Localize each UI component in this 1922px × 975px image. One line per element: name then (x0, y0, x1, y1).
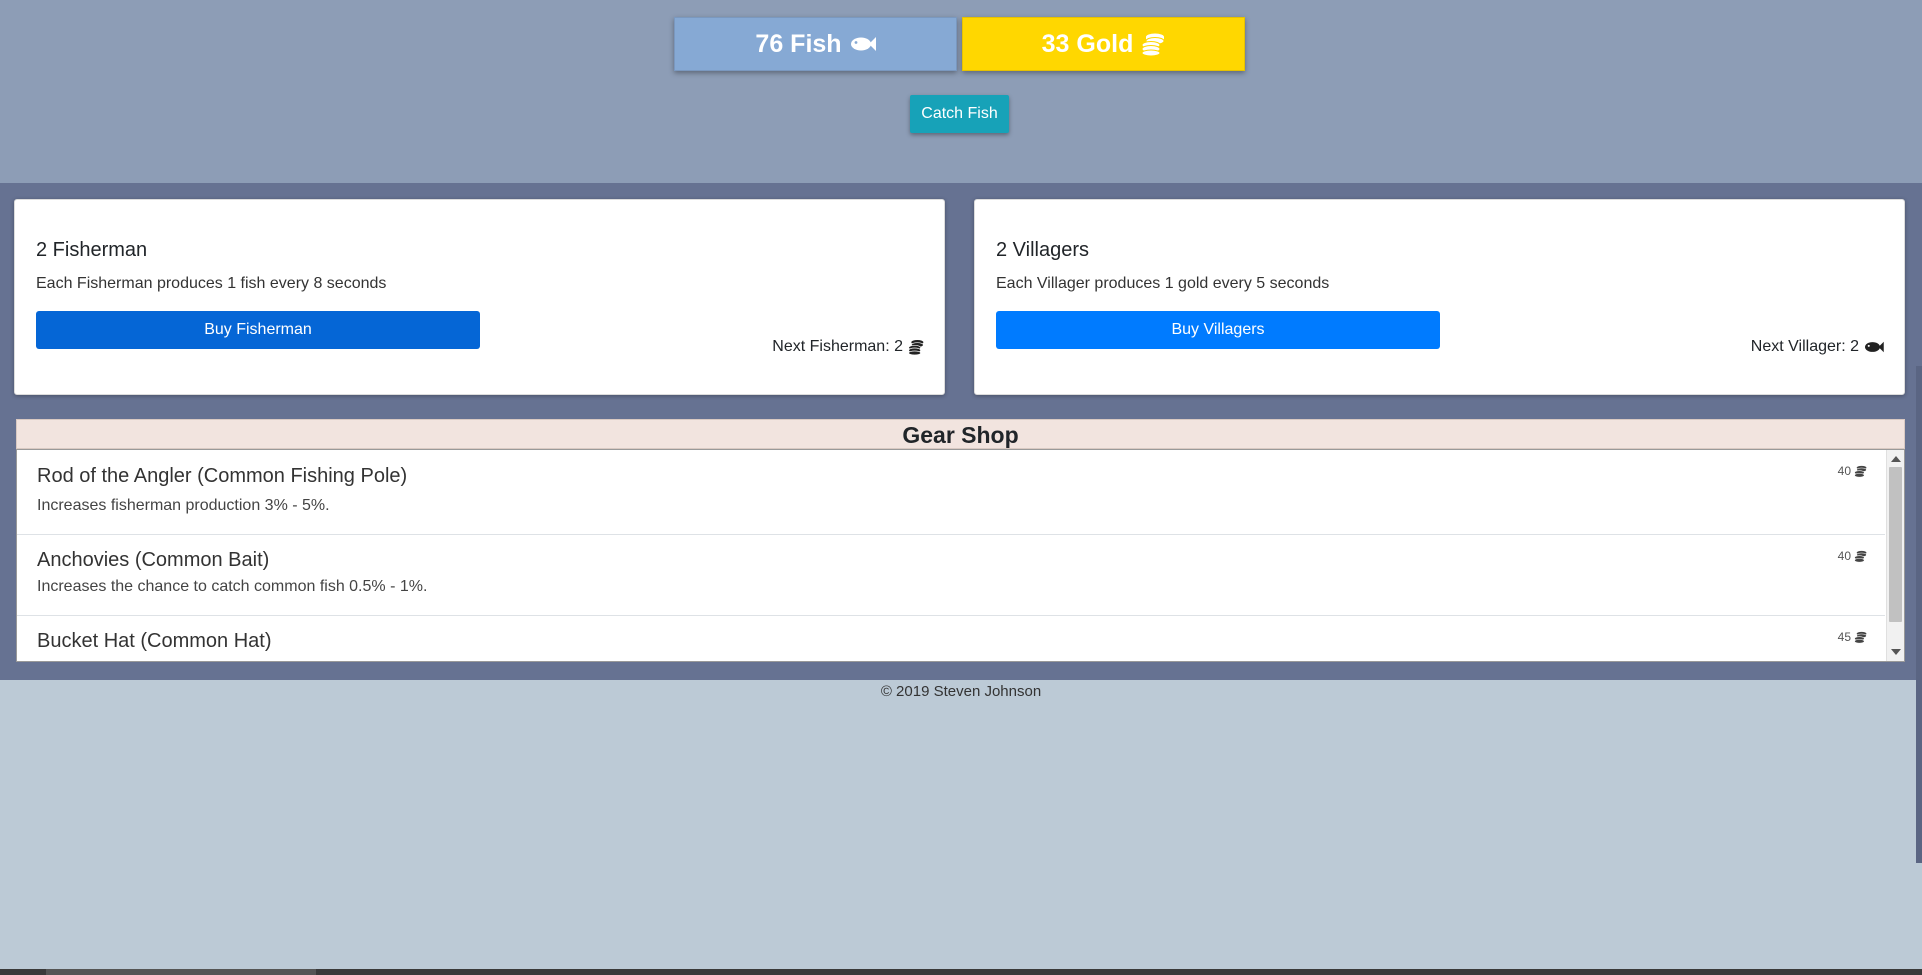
coins-icon (1854, 631, 1867, 644)
shop-item-description: Increases the chance to catch common fis… (37, 578, 428, 595)
resource-bar: 76 Fish 33 Gold Catch Fish (0, 0, 1922, 183)
footer-copyright: © 2019 Steven Johnson (880, 683, 1042, 700)
buy-fisherman-button[interactable]: Buy Fisherman (36, 311, 480, 349)
coins-icon (1854, 465, 1867, 478)
taskbar-segment (46, 969, 316, 975)
shop-item-name: Anchovies (Common Bait) (37, 549, 270, 571)
fish-counter: 76 Fish (674, 17, 957, 71)
fish-count: 76 Fish (755, 29, 842, 58)
villager-card: 2 Villagers Each Villager produces 1 gol… (974, 199, 1905, 395)
window-edge (1916, 366, 1922, 863)
fisherman-card: 2 Fisherman Each Fisherman produces 1 fi… (14, 199, 945, 395)
fish-icon (850, 36, 876, 52)
catch-fish-button[interactable]: Catch Fish (910, 95, 1009, 133)
fisherman-description: Each Fisherman produces 1 fish every 8 s… (36, 275, 387, 292)
gear-shop-title: Gear Shop (16, 419, 1905, 449)
shop-item-cost: 45 (1838, 630, 1867, 644)
shop-item-cost: 40 (1838, 464, 1867, 478)
shop-item-cost: 40 (1838, 549, 1867, 563)
coins-icon (1141, 32, 1165, 56)
main-panel: 2 Fisherman Each Fisherman produces 1 fi… (0, 183, 1922, 863)
scroll-down-arrow[interactable] (1891, 649, 1901, 655)
fisherman-title: 2 Fisherman (36, 239, 148, 261)
taskbar-strip (0, 969, 1922, 975)
shop-item[interactable]: Anchovies (Common Bait) Increases the ch… (17, 535, 1885, 616)
next-fisherman-label: Next Fisherman: 2 (772, 338, 903, 355)
shop-item-price: 40 (1837, 464, 1851, 478)
shop-item-name: Bucket Hat (Common Hat) (37, 630, 272, 652)
coins-icon (908, 339, 924, 355)
shop-scrollbar[interactable] (1886, 450, 1904, 661)
fish-icon (1864, 341, 1884, 353)
coins-icon (1854, 550, 1867, 563)
villager-description: Each Villager produces 1 gold every 5 se… (996, 275, 1330, 292)
shop-item-price: 45 (1837, 630, 1851, 644)
gold-counter: 33 Gold (962, 17, 1245, 71)
gear-shop-list[interactable]: Rod of the Angler (Common Fishing Pole) … (16, 449, 1905, 662)
villager-title: 2 Villagers (996, 239, 1090, 261)
scroll-thumb[interactable] (1889, 467, 1902, 622)
next-fisherman-cost: Next Fisherman: 2 (772, 338, 924, 356)
buy-villagers-button[interactable]: Buy Villagers (996, 311, 1440, 349)
next-villager-label: Next Villager: 2 (1750, 338, 1859, 355)
scroll-up-arrow[interactable] (1891, 456, 1901, 462)
shop-items: Rod of the Angler (Common Fishing Pole) … (17, 450, 1885, 661)
shop-item-description: Increases fisherman production 3% - 5%. (37, 497, 330, 514)
shop-item[interactable]: Rod of the Angler (Common Fishing Pole) … (17, 450, 1885, 535)
shop-item-name: Rod of the Angler (Common Fishing Pole) (37, 465, 408, 487)
gold-count: 33 Gold (1041, 29, 1134, 58)
next-villager-cost: Next Villager: 2 (1751, 338, 1884, 356)
shop-item-price: 40 (1837, 549, 1851, 563)
shop-item[interactable]: Bucket Hat (Common Hat) 45 (17, 616, 1885, 661)
